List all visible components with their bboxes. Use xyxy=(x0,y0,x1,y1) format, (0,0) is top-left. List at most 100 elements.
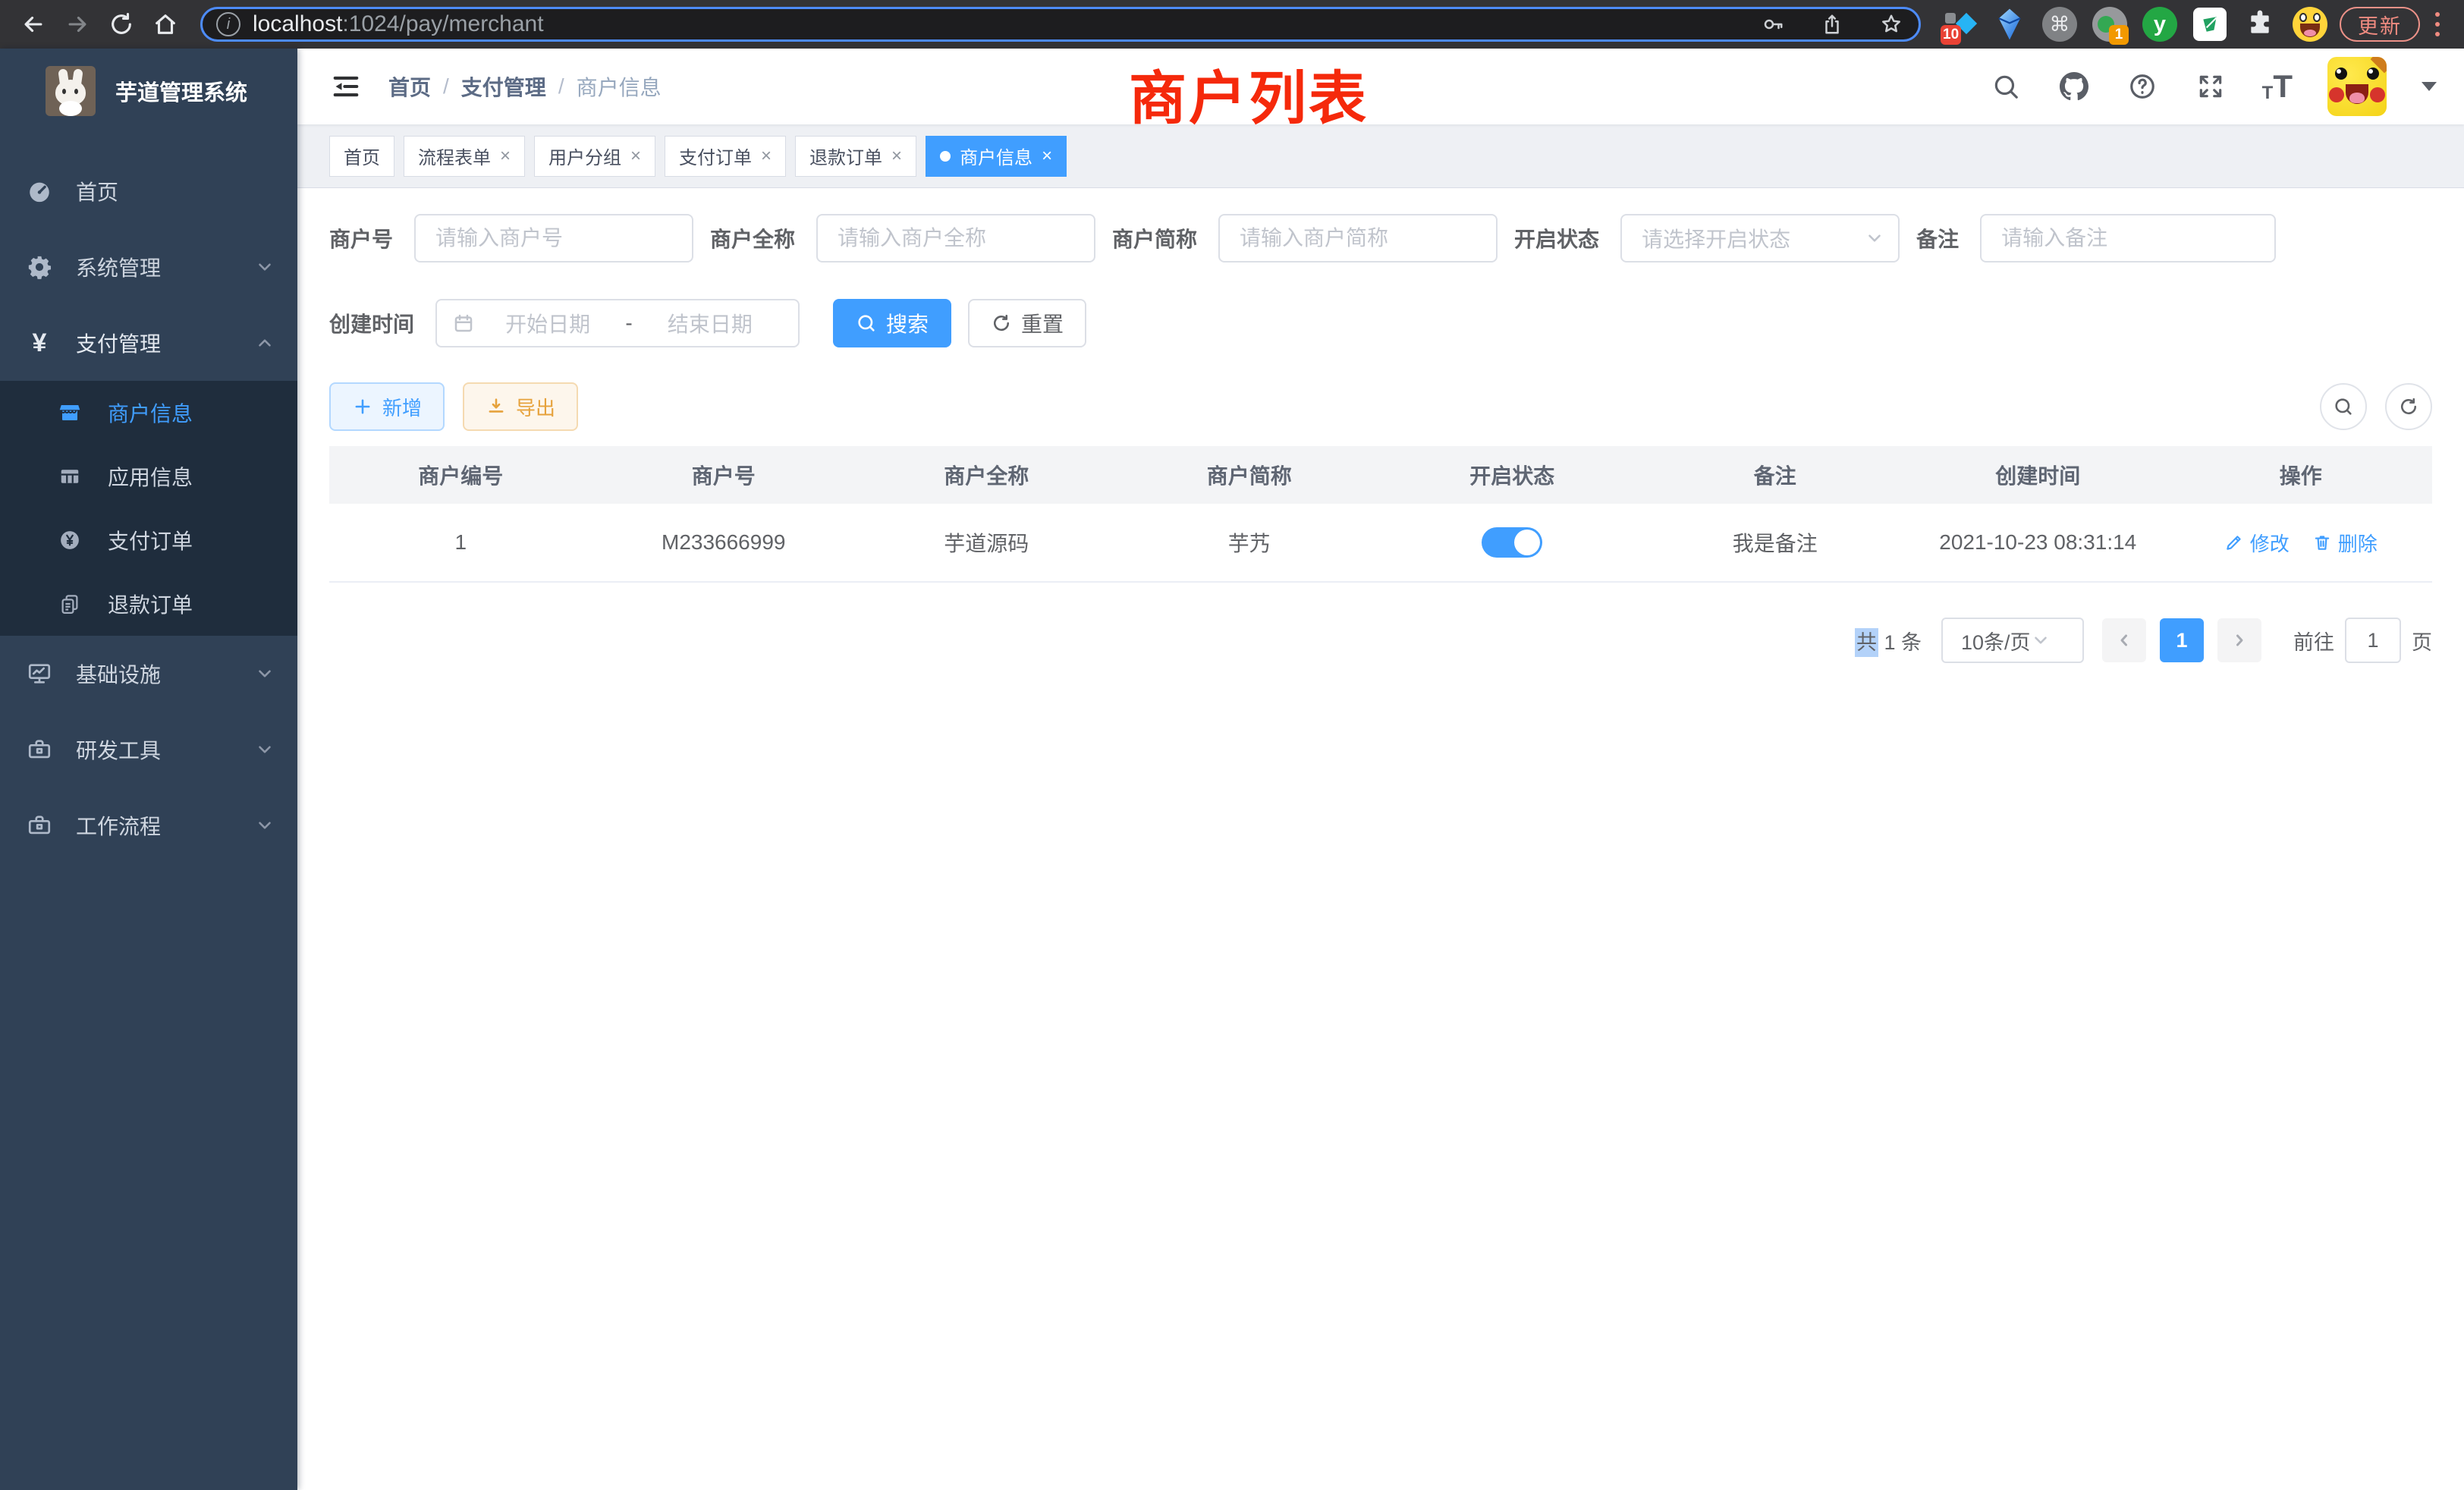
browser-toolbar: i localhost:1024/pay/merchant 10 ⌘ 1 y xyxy=(0,0,2464,49)
status-toggle[interactable] xyxy=(1482,527,1542,558)
sidebar-item-label: 系统管理 xyxy=(76,252,161,282)
close-icon[interactable]: × xyxy=(891,147,902,165)
sidebar-item-merchant-info[interactable]: 商户信息 xyxy=(0,381,297,445)
goto-page-input[interactable] xyxy=(2345,618,2401,663)
table-toolbar: 新增 导出 xyxy=(329,382,2432,431)
gem-extension-icon[interactable] xyxy=(1992,7,2027,42)
pagination: 共 1 条 10条/页 1 前往 页 xyxy=(329,618,2432,663)
show-search-button[interactable] xyxy=(2320,383,2367,430)
sidebar-item-devtools[interactable]: 研发工具 xyxy=(0,712,297,787)
cell-create-time: 2021-10-23 08:31:14 xyxy=(1906,530,2170,555)
bookmark-star-icon[interactable] xyxy=(1878,11,1905,38)
page-size-select[interactable]: 10条/页 xyxy=(1941,618,2084,663)
remark-input[interactable] xyxy=(1980,214,2276,262)
short-name-input[interactable] xyxy=(1218,214,1498,262)
font-size-icon[interactable]: TT xyxy=(2262,71,2293,102)
sidebar-item-label: 商户信息 xyxy=(108,398,193,428)
sidebar-item-label: 基础设施 xyxy=(76,659,161,689)
close-icon[interactable]: × xyxy=(761,147,772,165)
sidebar-item-infra[interactable]: 基础设施 xyxy=(0,636,297,712)
status-select[interactable]: 请选择开启状态 xyxy=(1620,214,1900,262)
refresh-table-button[interactable] xyxy=(2385,383,2432,430)
sidebar-item-workflow[interactable]: 工作流程 xyxy=(0,787,297,863)
share-icon[interactable] xyxy=(1818,11,1846,38)
search-icon xyxy=(2333,396,2354,417)
sidebar: 芋道管理系统 首页 系统管理 ¥ 支付管理 xyxy=(0,49,297,1490)
add-button[interactable]: 新增 xyxy=(329,382,445,431)
edit-link[interactable]: 修改 xyxy=(2224,529,2290,557)
create-time-label: 创建时间 xyxy=(329,308,414,338)
browser-menu-icon[interactable] xyxy=(2435,12,2440,36)
breadcrumb-pay[interactable]: 支付管理 xyxy=(461,71,546,102)
github-icon[interactable] xyxy=(2057,70,2091,103)
breadcrumb-home[interactable]: 首页 xyxy=(388,71,431,102)
tab-refund-order[interactable]: 退款订单× xyxy=(795,136,916,177)
notes-extension-icon[interactable] xyxy=(2192,7,2227,42)
tab-pay-order[interactable]: 支付订单× xyxy=(665,136,786,177)
full-name-label: 商户全称 xyxy=(710,223,795,253)
page-number-1[interactable]: 1 xyxy=(2160,618,2204,662)
cell-remark: 我是备注 xyxy=(1644,527,1907,558)
y-extension-icon[interactable]: y xyxy=(2142,7,2177,42)
browser-home-icon[interactable] xyxy=(146,5,185,44)
col-header: 创建时间 xyxy=(1906,460,2170,490)
calendar-icon xyxy=(452,312,475,335)
table-row: 1 M233666999 芋道源码 芋艿 我是备注 2021-10-23 08:… xyxy=(329,504,2432,583)
documents-icon xyxy=(58,592,82,616)
user-avatar[interactable] xyxy=(2327,57,2387,116)
grid-table-icon xyxy=(58,464,82,489)
sidebar-item-pay-order[interactable]: 支付订单 xyxy=(0,508,297,572)
recorder-extension-icon[interactable]: 1 xyxy=(2092,7,2127,42)
logo-rabbit-image xyxy=(46,66,96,116)
export-button[interactable]: 导出 xyxy=(463,382,578,431)
sidebar-item-system[interactable]: 系统管理 xyxy=(0,229,297,305)
dashboard-icon xyxy=(26,178,53,205)
avatar-dropdown-caret[interactable] xyxy=(2422,82,2437,91)
browser-reload-icon[interactable] xyxy=(102,5,141,44)
close-icon[interactable]: × xyxy=(1042,147,1052,165)
browser-forward-icon[interactable] xyxy=(58,5,97,44)
browser-update-button[interactable]: 更新 xyxy=(2340,7,2420,42)
profile-avatar-emoji[interactable] xyxy=(2293,7,2327,42)
full-name-input[interactable] xyxy=(816,214,1095,262)
col-header: 商户简称 xyxy=(1118,460,1381,490)
sidebar-item-label: 退款订单 xyxy=(108,589,193,619)
sidebar-item-app-info[interactable]: 应用信息 xyxy=(0,445,297,508)
page-unit-label: 页 xyxy=(2412,626,2432,655)
sidebar-item-pay[interactable]: ¥ 支付管理 xyxy=(0,305,297,381)
search-button[interactable]: 搜索 xyxy=(833,299,951,347)
merchant-no-input[interactable] xyxy=(414,214,693,262)
sidebar-item-home[interactable]: 首页 xyxy=(0,153,297,229)
tab-manager-extension-icon[interactable]: 10 xyxy=(1942,7,1977,42)
tab-merchant-info[interactable]: 商户信息× xyxy=(926,136,1067,177)
tab-process-form[interactable]: 流程表单× xyxy=(404,136,525,177)
prev-page-button[interactable] xyxy=(2102,618,2146,662)
sidebar-logo[interactable]: 芋道管理系统 xyxy=(0,49,297,134)
command-extension-icon[interactable]: ⌘ xyxy=(2042,7,2077,42)
navbar-actions: TT xyxy=(1989,57,2437,116)
address-bar[interactable]: i localhost:1024/pay/merchant xyxy=(200,7,1921,42)
date-range-picker[interactable]: 开始日期 - 结束日期 xyxy=(435,299,800,347)
col-header: 商户号 xyxy=(592,460,856,490)
download-icon xyxy=(486,396,507,417)
sidebar-item-refund-order[interactable]: 退款订单 xyxy=(0,572,297,636)
site-info-icon[interactable]: i xyxy=(216,12,240,36)
tab-home[interactable]: 首页 xyxy=(329,136,394,177)
close-icon[interactable]: × xyxy=(500,147,511,165)
filter-row-1: 商户号 商户全称 商户简称 开启状态 请选择开启状态 xyxy=(329,214,2432,262)
sidebar-menu: 首页 系统管理 ¥ 支付管理 商户信息 xyxy=(0,134,297,863)
sidebar-fold-icon[interactable] xyxy=(329,70,363,103)
fullscreen-icon[interactable] xyxy=(2194,70,2227,103)
pencil-icon xyxy=(2224,533,2244,552)
search-icon[interactable] xyxy=(1989,70,2022,103)
password-key-icon[interactable] xyxy=(1759,11,1787,38)
help-icon[interactable] xyxy=(2126,70,2159,103)
delete-link[interactable]: 删除 xyxy=(2312,529,2378,557)
close-icon[interactable]: × xyxy=(630,147,641,165)
refresh-icon xyxy=(2398,396,2419,417)
next-page-button[interactable] xyxy=(2217,618,2261,662)
reset-button[interactable]: 重置 xyxy=(968,299,1086,347)
browser-back-icon[interactable] xyxy=(14,5,53,44)
puzzle-extensions-icon[interactable] xyxy=(2242,7,2277,42)
tab-user-group[interactable]: 用户分组× xyxy=(534,136,655,177)
